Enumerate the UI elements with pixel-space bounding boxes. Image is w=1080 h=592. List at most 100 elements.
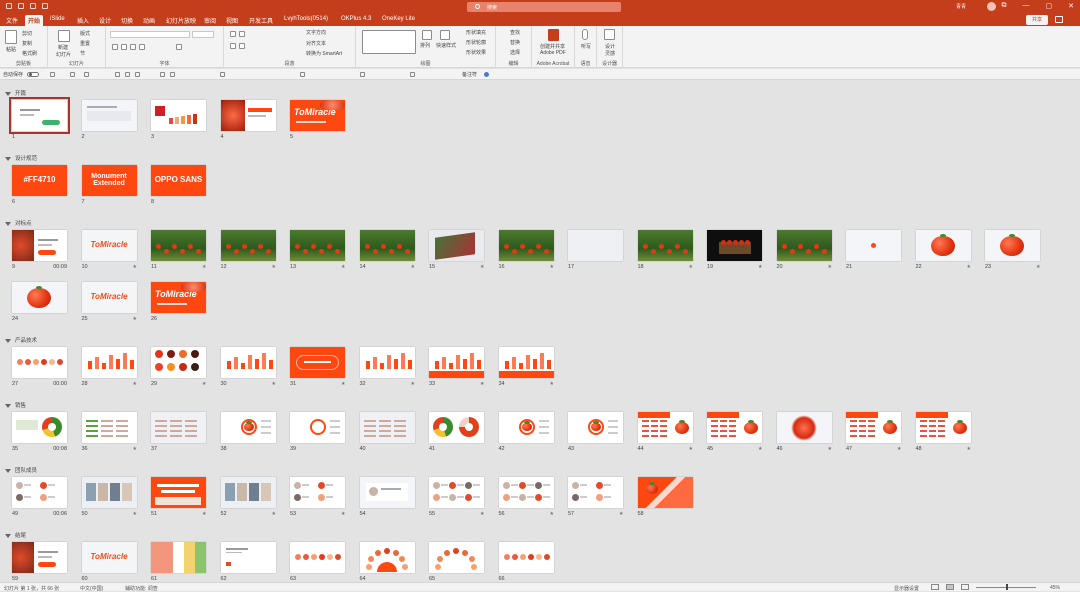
comment-label[interactable]: 备注符: [462, 71, 477, 78]
transition-icon[interactable]: ★: [619, 512, 623, 517]
transition-icon[interactable]: ★: [411, 265, 415, 270]
section-header[interactable]: 产品技术: [5, 336, 37, 344]
slide-thumbnail[interactable]: [776, 230, 832, 261]
transition-icon[interactable]: ★: [758, 447, 762, 452]
slide-thumbnail[interactable]: [915, 230, 971, 261]
slide-thumbnail[interactable]: [985, 230, 1040, 261]
transition-icon[interactable]: ★: [689, 447, 693, 452]
transition-icon[interactable]: ★: [133, 447, 137, 452]
slide-thumbnail[interactable]: [151, 100, 206, 131]
tab-home[interactable]: 开始: [25, 15, 44, 26]
tab-transitions[interactable]: 切换: [121, 16, 133, 25]
transition-icon[interactable]: ★: [272, 512, 276, 517]
slide-thumbnail[interactable]: [846, 412, 901, 443]
transition-icon[interactable]: ★: [758, 265, 762, 270]
shape-icon[interactable]: [300, 72, 305, 77]
slide-thumbnail[interactable]: [12, 412, 67, 443]
slide-thumbnail[interactable]: [637, 477, 693, 508]
slide-thumbnail[interactable]: [637, 230, 693, 261]
minimize-button[interactable]: —: [1023, 2, 1030, 10]
slide-thumbnail[interactable]: [568, 412, 623, 443]
slide-thumbnail[interactable]: [429, 477, 484, 508]
slide-thumbnail[interactable]: [846, 230, 901, 261]
slide-thumbnail[interactable]: [81, 477, 137, 508]
transition-icon[interactable]: ★: [133, 317, 137, 322]
slide-thumbnail[interactable]: ToMiracle: [81, 542, 137, 573]
slide-thumbnail[interactable]: [81, 412, 137, 443]
slide-thumbnail[interactable]: [707, 230, 762, 261]
slide-thumbnail[interactable]: [151, 542, 206, 573]
zoom-level[interactable]: 45%: [1050, 585, 1060, 591]
section-header[interactable]: 结尾: [5, 531, 26, 539]
bullets-icon[interactable]: [220, 72, 225, 77]
paste-icon[interactable]: [5, 30, 17, 44]
tab-insert[interactable]: 插入: [77, 16, 89, 25]
font-name-select[interactable]: [110, 31, 190, 38]
transition-icon[interactable]: ★: [967, 265, 971, 270]
slide-thumbnail[interactable]: [429, 542, 484, 573]
designer-icon[interactable]: [604, 29, 615, 40]
slide-thumbnail[interactable]: [498, 412, 554, 443]
reset-button[interactable]: 重置: [80, 40, 90, 47]
slide-thumbnail[interactable]: [9, 97, 70, 134]
italic-icon[interactable]: [121, 44, 127, 50]
tab-islide[interactable]: iSlide: [50, 16, 65, 22]
bold-icon[interactable]: [115, 72, 120, 77]
numbering-icon[interactable]: [239, 31, 245, 37]
section-header[interactable]: 对标点: [5, 219, 32, 227]
comments-icon[interactable]: [1055, 16, 1063, 23]
tab-slideshow[interactable]: 幻灯片放映: [166, 16, 196, 25]
fill-icon[interactable]: [410, 72, 415, 77]
transition-icon[interactable]: ★: [341, 265, 345, 270]
underline-icon[interactable]: [130, 44, 136, 50]
slide-thumbnail[interactable]: [81, 100, 137, 131]
transition-icon[interactable]: ★: [272, 382, 276, 387]
slide-thumbnail[interactable]: [568, 477, 623, 508]
text-direction-button[interactable]: 文字方向: [306, 29, 326, 36]
slide-thumbnail[interactable]: [359, 477, 415, 508]
slide-thumbnail[interactable]: [915, 412, 971, 443]
slide-thumbnail[interactable]: [290, 412, 345, 443]
arrange-icon[interactable]: [422, 30, 432, 40]
transition-icon[interactable]: ★: [341, 382, 345, 387]
shapes-gallery[interactable]: [362, 30, 416, 54]
transition-icon[interactable]: ★: [967, 447, 971, 452]
transition-icon[interactable]: ★: [133, 512, 137, 517]
save-icon[interactable]: [50, 72, 55, 77]
transition-icon[interactable]: ★: [689, 265, 693, 270]
slide-thumbnail[interactable]: [81, 347, 137, 378]
color-picker-icon[interactable]: [484, 72, 489, 77]
arrange-icon[interactable]: [360, 72, 365, 77]
font-size-select[interactable]: [192, 31, 214, 38]
transition-icon[interactable]: ★: [550, 512, 554, 517]
transition-icon[interactable]: ★: [202, 265, 206, 270]
slide-thumbnail[interactable]: [568, 230, 623, 261]
tab-lvyhtools[interactable]: LvyhTools(0514): [284, 16, 328, 22]
transition-icon[interactable]: ★: [828, 447, 832, 452]
slide-thumbnail[interactable]: ToMiracle: [290, 100, 345, 131]
normal-view-icon[interactable]: [931, 584, 939, 590]
underline-icon[interactable]: [135, 72, 140, 77]
slide-thumbnail[interactable]: [498, 347, 554, 378]
slide-thumbnail[interactable]: ToMiracle: [81, 230, 137, 261]
slide-thumbnail[interactable]: [220, 412, 276, 443]
tab-design[interactable]: 设计: [99, 16, 111, 25]
tab-animations[interactable]: 动画: [143, 16, 155, 25]
section-header[interactable]: 设计规范: [5, 154, 37, 162]
slide-thumbnail[interactable]: [429, 412, 484, 443]
shape-outline-button[interactable]: 形状轮廓: [466, 39, 486, 46]
slide-thumbnail[interactable]: [151, 230, 206, 261]
section-header[interactable]: 销售: [5, 401, 26, 409]
slide-thumbnail[interactable]: ToMiracle: [81, 282, 137, 313]
align-left-icon[interactable]: [230, 43, 236, 49]
slide-thumbnail[interactable]: [359, 542, 415, 573]
align-text-button[interactable]: 对齐文本: [306, 40, 326, 47]
slide-thumbnail[interactable]: [151, 477, 206, 508]
slide-thumbnail[interactable]: [776, 412, 832, 443]
slide-thumbnail[interactable]: [151, 347, 206, 378]
format-painter-button[interactable]: 格式刷: [22, 50, 37, 57]
slide-thumbnail[interactable]: [12, 477, 67, 508]
align-center-icon[interactable]: [170, 72, 175, 77]
slide-thumbnail[interactable]: [12, 230, 67, 261]
slide-thumbnail[interactable]: [220, 477, 276, 508]
